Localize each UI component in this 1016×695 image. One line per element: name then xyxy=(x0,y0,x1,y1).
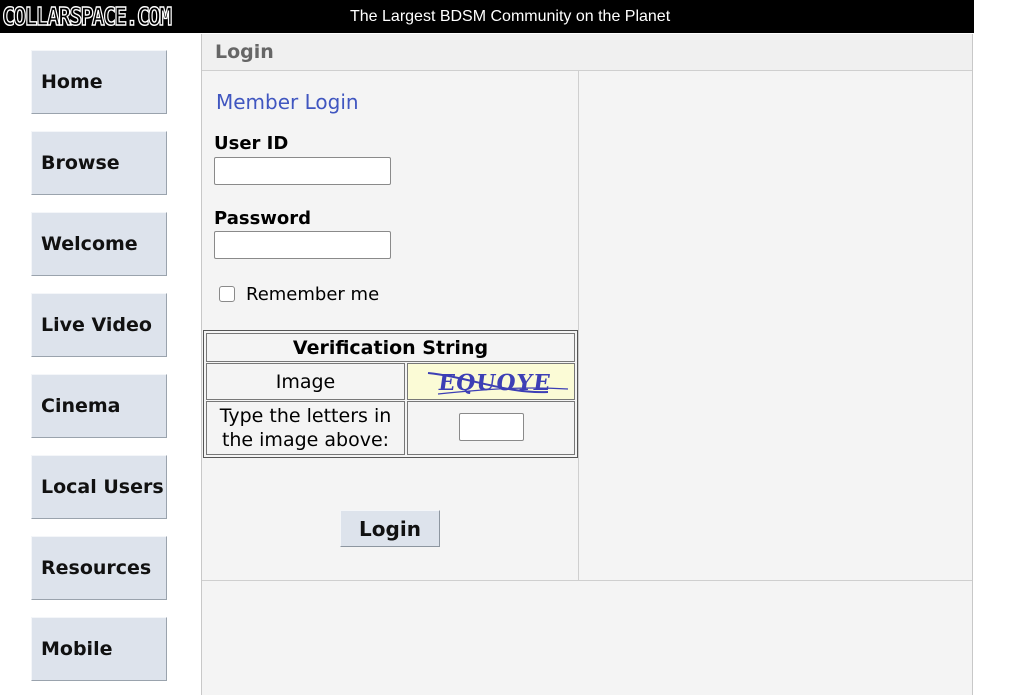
nav-home-label: Home xyxy=(41,71,103,93)
nav-home-button[interactable]: Home xyxy=(31,50,167,114)
captcha-image: EQUOYE xyxy=(407,363,575,400)
password-input[interactable] xyxy=(214,231,391,259)
nav-live-video-button[interactable]: Live Video xyxy=(31,293,167,357)
verification-table: Verification String Image EQUOYE Type th… xyxy=(203,330,578,458)
nav-resources-button[interactable]: Resources xyxy=(31,536,167,600)
login-button[interactable]: Login xyxy=(340,510,440,547)
row-divider xyxy=(202,580,972,581)
nav-welcome-label: Welcome xyxy=(41,233,138,255)
nav-browse-button[interactable]: Browse xyxy=(31,131,167,195)
image-label-cell: Image xyxy=(206,363,405,400)
nav-cinema-label: Cinema xyxy=(41,395,121,417)
nav-live-video-label: Live Video xyxy=(41,314,152,336)
password-label: Password xyxy=(214,208,312,229)
panel-header: Login xyxy=(202,34,972,71)
verification-heading: Verification String xyxy=(206,333,575,362)
image-label: Image xyxy=(275,370,336,393)
nav-local-users-button[interactable]: Local Users xyxy=(31,455,167,519)
nav-browse-label: Browse xyxy=(41,152,120,174)
top-header: COLLARSPACE.COM The Largest BDSM Communi… xyxy=(0,0,974,33)
nav-cinema-button[interactable]: Cinema xyxy=(31,374,167,438)
verification-heading-text: Verification String xyxy=(292,336,489,359)
main-panel: Login Member Login User ID Password Reme… xyxy=(201,34,973,695)
remember-me-label: Remember me xyxy=(246,284,380,305)
remember-me-checkbox[interactable] xyxy=(219,286,235,302)
user-id-label: User ID xyxy=(214,133,289,154)
nav-mobile-button[interactable]: Mobile xyxy=(31,617,167,681)
captcha-glyphs: EQUOYE xyxy=(427,370,569,396)
login-button-label: Login xyxy=(359,516,421,541)
nav-mobile-label: Mobile xyxy=(41,638,113,660)
page-title: Login xyxy=(215,41,274,63)
site-logo[interactable]: COLLARSPACE.COM xyxy=(1,1,172,32)
verification-code-input[interactable] xyxy=(459,413,524,441)
member-login-heading: Member Login xyxy=(216,90,359,114)
nav-welcome-button[interactable]: Welcome xyxy=(31,212,167,276)
nav-local-users-label: Local Users xyxy=(41,476,164,498)
user-id-input[interactable] xyxy=(214,157,391,185)
type-prompt: Type the letters in the image above: xyxy=(219,405,392,451)
type-prompt-cell: Type the letters in the image above: xyxy=(206,401,405,455)
column-divider xyxy=(578,71,579,580)
site-tagline: The Largest BDSM Community on the Planet xyxy=(350,8,671,25)
nav-resources-label: Resources xyxy=(41,557,152,579)
